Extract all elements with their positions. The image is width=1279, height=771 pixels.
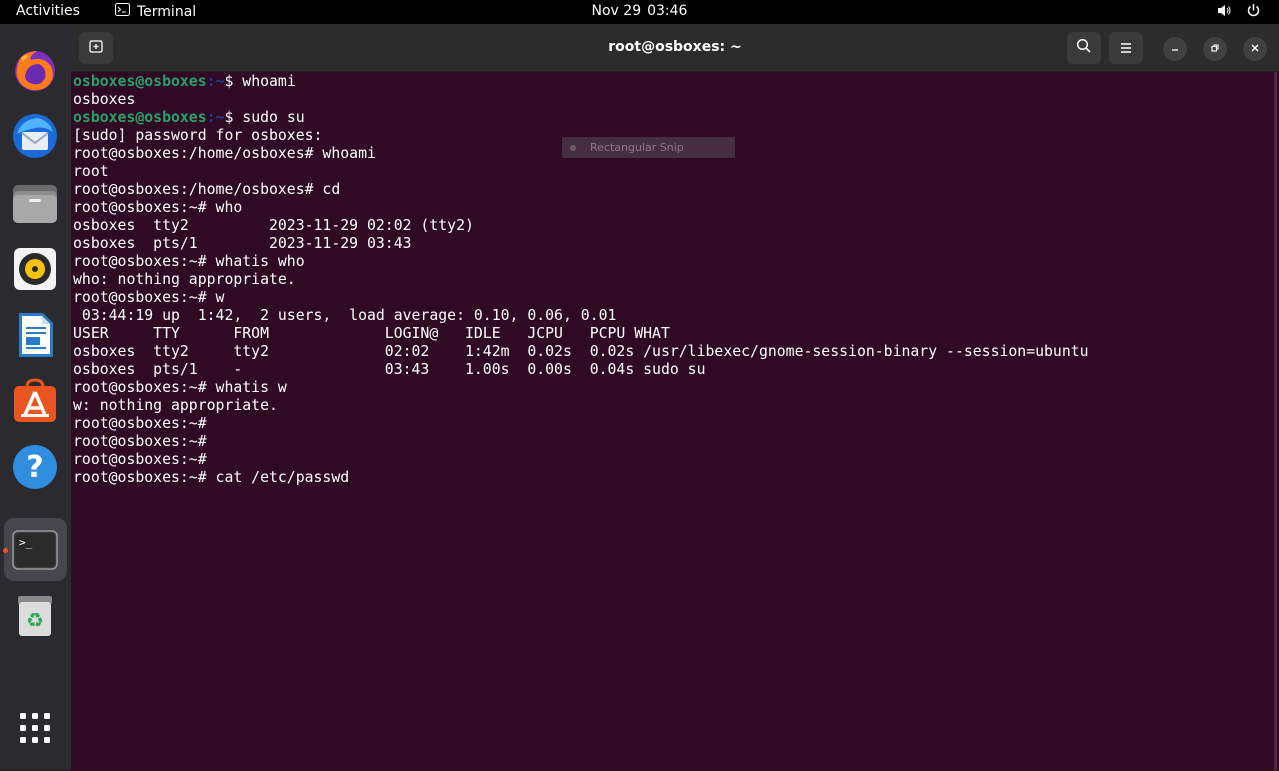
prompt-path: :~ — [206, 109, 225, 126]
running-indicator — [3, 548, 8, 553]
snip-dot-icon — [570, 144, 576, 151]
terminal-line: root@osboxes:~# whatis who — [73, 253, 305, 270]
clock-time: 03:46 — [647, 3, 688, 19]
terminal-line: root@osboxes:~# w — [73, 289, 225, 306]
terminal-line: osboxes tty2 2023-11-29 02:02 (tty2) — [73, 217, 474, 234]
close-button[interactable] — [1243, 37, 1267, 61]
terminal-line: osboxes tty2 tty2 02:02 1:42m 0.02s 0.02… — [73, 343, 1089, 360]
scrollbar[interactable] — [1274, 72, 1277, 770]
terminal-output[interactable]: osboxes@osboxes:~$ whoami osboxes osboxes@… — [73, 72, 1269, 771]
svg-text:?: ? — [26, 450, 43, 485]
libreoffice-writer-icon[interactable] — [11, 311, 59, 359]
prompt-user: osboxes@osboxes — [73, 109, 207, 126]
help-icon[interactable]: ? — [11, 443, 59, 491]
minimize-button[interactable] — [1163, 37, 1187, 61]
terminal-line: root@osboxes:~# — [73, 415, 207, 432]
thunderbird-icon[interactable] — [11, 112, 59, 160]
terminal-line: osboxes pts/1 - 03:43 1.00s 0.00s 0.04s … — [73, 361, 706, 378]
terminal-icon[interactable]: >_ — [11, 526, 59, 574]
top-bar: Activities Terminal Nov 29 03:46 — [0, 0, 1279, 24]
terminal-line: 03:44:19 up 1:42, 2 users, load average:… — [73, 307, 617, 324]
terminal-line: root@osboxes:~# cat /etc/passwd — [73, 469, 350, 486]
restore-icon — [1210, 42, 1220, 56]
terminal-line: osboxes@osboxes:~$ whoami — [73, 73, 1269, 91]
terminal-line: root@osboxes:~# — [73, 451, 207, 468]
clock-date: Nov 29 — [591, 3, 642, 19]
svg-text:♻: ♻ — [26, 608, 44, 632]
search-icon — [1076, 38, 1092, 58]
clock[interactable]: Nov 29 03:46 — [0, 3, 1279, 19]
command-text: whoami — [242, 73, 296, 90]
prompt-path: :~ — [206, 73, 225, 90]
show-apps-icon[interactable] — [11, 704, 59, 752]
command-text: sudo su — [242, 109, 305, 126]
trash-icon[interactable]: ♻ — [11, 592, 59, 640]
dock: ? >_ ♻ — [0, 24, 71, 770]
terminal-line: USER TTY FROM LOGIN@ IDLE JCPU PCPU WHAT — [73, 325, 670, 342]
terminal-line: root — [73, 163, 109, 180]
system-menu[interactable] — [1217, 3, 1261, 22]
terminal-line: osboxes pts/1 2023-11-29 03:43 — [73, 235, 412, 252]
snip-label: Rectangular Snip — [590, 141, 684, 154]
terminal-line: osboxes — [73, 91, 136, 108]
prompt-user: osboxes@osboxes — [73, 73, 207, 90]
rhythmbox-icon[interactable] — [11, 245, 59, 293]
terminal-line: root@osboxes:~# — [73, 433, 207, 450]
svg-text:>_: >_ — [19, 536, 33, 549]
terminal-window: root@osboxes: ~ osboxes@osboxes:~$ whoam… — [71, 24, 1279, 770]
minimize-icon — [1170, 42, 1180, 56]
volume-icon — [1217, 3, 1232, 22]
files-icon[interactable] — [11, 179, 59, 227]
power-icon — [1246, 3, 1261, 22]
maximize-button[interactable] — [1203, 37, 1227, 61]
hamburger-icon — [1119, 39, 1133, 58]
terminal-line: w: nothing appropriate. — [73, 397, 278, 414]
terminal-line: root@osboxes:/home/osboxes# cd — [73, 181, 341, 198]
prompt-symbol: $ — [224, 73, 243, 90]
terminal-line: who: nothing appropriate. — [73, 271, 296, 288]
firefox-icon[interactable] — [11, 46, 59, 94]
prompt-symbol: $ — [224, 109, 243, 126]
close-icon — [1250, 42, 1260, 56]
header-bar: root@osboxes: ~ — [71, 24, 1279, 72]
terminal-line: root@osboxes:~# who — [73, 199, 243, 216]
search-button[interactable] — [1067, 32, 1101, 64]
app-center-icon[interactable] — [11, 377, 59, 425]
snip-tooltip: Rectangular Snip — [562, 137, 735, 158]
menu-button[interactable] — [1109, 32, 1143, 64]
terminal-line: root@osboxes:~# whatis w — [73, 379, 287, 396]
terminal-line: osboxes@osboxes:~$ sudo su — [73, 109, 1269, 127]
